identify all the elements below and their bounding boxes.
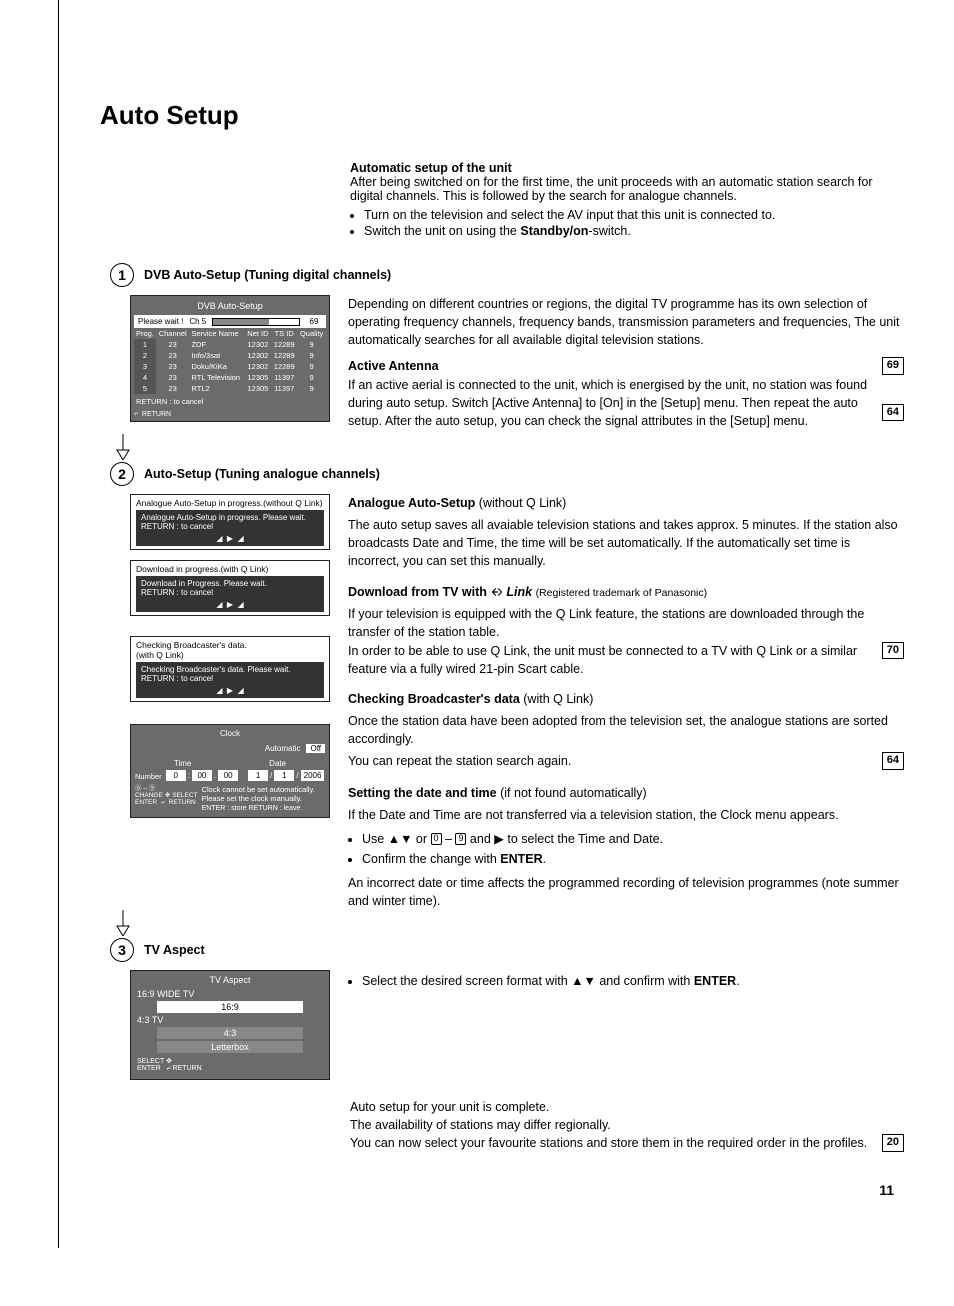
step-number: 1 (110, 263, 134, 287)
checking-text2: 64 You can repeat the station search aga… (348, 752, 904, 770)
table-row: 323Doku/KiKa12302122899 (134, 361, 326, 372)
page-title: Auto Setup (100, 100, 904, 131)
clock-labels: Time Date (135, 759, 325, 768)
step-number: 3 (110, 938, 134, 962)
table-row: 523RTL212305113979 (134, 383, 326, 394)
step-title: Auto-Setup (Tuning analogue channels) (144, 467, 380, 481)
osd-checking-data: Checking Broadcaster's data. (with Q Lin… (130, 636, 330, 702)
step3-bullet: Select the desired screen format with ▲▼… (362, 972, 904, 990)
osd-title: Clock (135, 729, 325, 738)
page-ref: 69 (882, 357, 904, 375)
step-3: 3 TV Aspect TV Aspect 16:9 WIDE TV 16:9 … (100, 938, 904, 1080)
step-2: 2 Auto-Setup (Tuning analogue channels) … (100, 462, 904, 910)
table-row: 123ZDF12302122899 (134, 339, 326, 350)
osd-title: TV Aspect (137, 975, 323, 985)
dpad-icon: ✥ (166, 1058, 172, 1065)
analogue-heading: Analogue Auto-Setup (without Q Link) (348, 494, 904, 512)
intro-bullets: Turn on the television and select the AV… (350, 208, 904, 238)
step-title: TV Aspect (144, 943, 205, 957)
return-icon: ⤶ (134, 410, 138, 418)
right-icon: ▶ (494, 832, 504, 846)
play-icons: ◢ ▶ ◢ (141, 600, 319, 609)
clock-values: 0: 00. 00 1/ 1/ 2006 (166, 770, 325, 781)
osd-inner: Download in Progress. Please wait. RETUR… (136, 576, 324, 612)
aspect-option: 4:3 (157, 1027, 303, 1039)
osd-progress-row: Please wait ! Ch 5 69 (134, 315, 326, 328)
updown-icon: ▲▼ (571, 974, 596, 988)
osd-title: DVB Auto-Setup (134, 299, 326, 315)
osd-tv-aspect: TV Aspect 16:9 WIDE TV 16:9 4:3 TV 4:3 L… (130, 970, 330, 1080)
setting-heading: Setting the date and time (if not found … (348, 784, 904, 802)
setting-bullet: Use ▲▼ or 0 – 9 and ▶ to select the Time… (362, 830, 904, 848)
clock-msg: Clock cannot be set automatically. Pleas… (202, 785, 315, 813)
play-icons: ◢ ▶ ◢ (141, 534, 319, 543)
clock-auto-row: Automatic Off (135, 744, 325, 753)
margin-rule (58, 0, 59, 1248)
flow-arrow-icon (115, 910, 131, 936)
step1-text2: 64 If an active aerial is connected to t… (348, 376, 904, 430)
return-icon: ⤶ (161, 799, 165, 806)
page-number: 11 (100, 1182, 894, 1198)
updown-icon: ▲▼ (388, 832, 413, 846)
step1-text1: Depending on different countries or regi… (348, 295, 904, 349)
aspect-option: 16:9 (157, 1001, 303, 1013)
table-row: 223Info/3sat12302122899 (134, 350, 326, 361)
table-row: 423RTL Television12305113979 (134, 372, 326, 383)
checking-heading: Checking Broadcaster's data (with Q Link… (348, 690, 904, 708)
download-heading: Download from TV with Link (Registered t… (348, 583, 904, 602)
active-antenna-heading: Active Antenna 69 (348, 357, 904, 375)
step3-bullets: Select the desired screen format with ▲▼… (348, 972, 904, 990)
analogue-text: The auto setup saves all avaiable televi… (348, 516, 904, 570)
osd-channel-table: Prog. Channel Service Name Net ID TS ID … (134, 328, 326, 394)
page-ref: 64 (882, 404, 904, 422)
flow-arrow-icon (115, 434, 131, 460)
osd-download-progress: Download in progress.(with Q Link) Downl… (130, 560, 330, 616)
step-number: 2 (110, 462, 134, 486)
intro-body: After being switched on for the first ti… (350, 175, 904, 203)
osd-remote-hint: ⤶ RETURN (134, 410, 326, 418)
osd-dvb-autosetup: DVB Auto-Setup Please wait ! Ch 5 69 Pro… (130, 295, 330, 422)
setting-bullets: Use ▲▼ or 0 – 9 and ▶ to select the Time… (348, 830, 904, 868)
intro-block: Automatic setup of the unit After being … (350, 161, 904, 238)
intro-heading: Automatic setup of the unit (350, 161, 904, 175)
step-1: 1 DVB Auto-Setup (Tuning digital channel… (100, 263, 904, 434)
setting-text1: If the Date and Time are not transferred… (348, 806, 904, 824)
step-title: DVB Auto-Setup (Tuning digital channels) (144, 268, 391, 282)
page-ref: 64 (882, 752, 904, 770)
num-key-icon: 0 (431, 833, 442, 845)
download-text2: 70 In order to be able to use Q Link, th… (348, 642, 904, 678)
osd-analogue-setup: Analogue Auto-Setup in progress.(without… (130, 494, 330, 550)
osd-inner: Analogue Auto-Setup in progress. Please … (136, 510, 324, 546)
manual-page: Auto Setup Automatic setup of the unit A… (0, 0, 954, 1248)
checking-text1: Once the station data have been adopted … (348, 712, 904, 748)
download-text1: If your television is equipped with the … (348, 605, 904, 641)
page-ref: 20 (882, 1134, 904, 1152)
num-key-icon: 9 (455, 833, 466, 845)
intro-bullet: Switch the unit on using the Standby/on-… (364, 224, 904, 238)
dpad-icon: ✥ (165, 792, 170, 799)
osd-cancel-hint: RETURN : to cancel (134, 397, 326, 406)
osd-clock: Clock Automatic Off Time Date Number 0: … (130, 724, 330, 818)
setting-bullet: Confirm the change with ENTER. (362, 850, 904, 868)
osd-inner: Checking Broadcaster's data. Please wait… (136, 662, 324, 698)
qlink-logo-icon: Link (490, 583, 532, 601)
osd-remote-hint: SELECT ✥ ENTER ⤶ RETURN (137, 1057, 323, 1073)
aspect-option: Letterbox (157, 1041, 303, 1053)
play-icons: ◢ ▶ ◢ (141, 686, 319, 695)
setting-text2: An incorrect date or time affects the pr… (348, 874, 904, 910)
progress-bar (212, 318, 300, 326)
intro-bullet: Turn on the television and select the AV… (364, 208, 904, 222)
return-icon: ⤶ (167, 1065, 171, 1072)
conclusion-block: Auto setup for your unit is complete. Th… (350, 1098, 904, 1152)
page-ref: 70 (882, 642, 904, 660)
